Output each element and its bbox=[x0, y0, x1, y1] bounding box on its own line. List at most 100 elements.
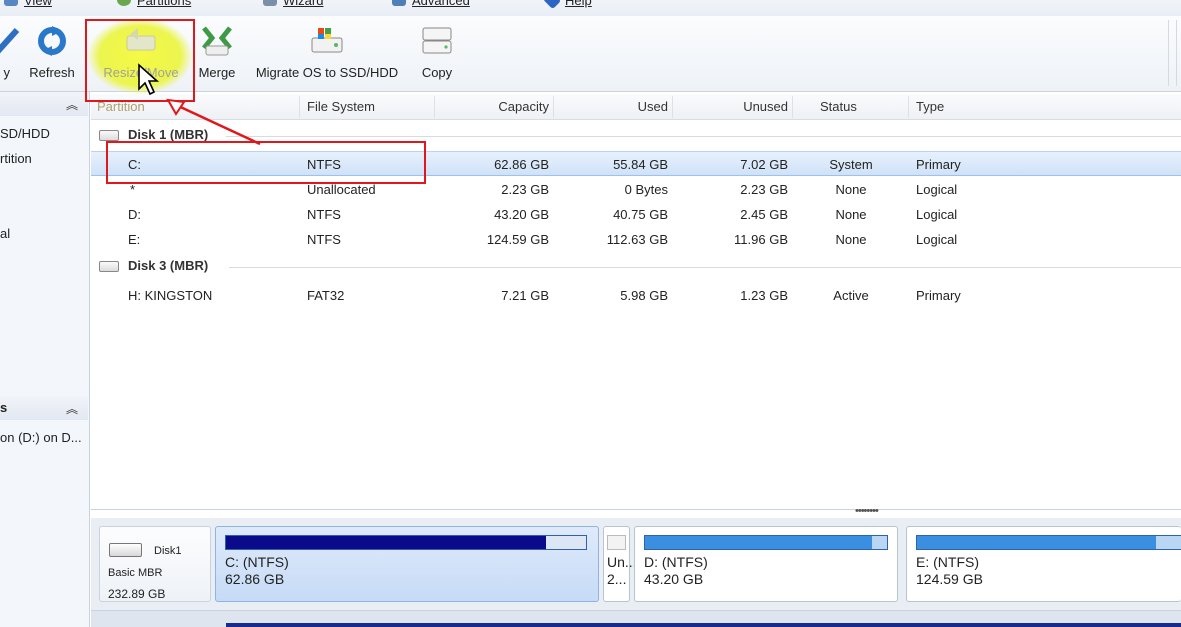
cell-capacity: 62.86 GB bbox=[494, 157, 549, 172]
partition-size: 43.20 GB bbox=[644, 571, 704, 587]
disk-icon bbox=[99, 261, 119, 272]
column-divider bbox=[908, 96, 909, 118]
merge-icon bbox=[202, 26, 232, 56]
menu-advanced[interactable]: Advanced bbox=[392, 0, 470, 16]
column-divider bbox=[434, 96, 435, 118]
pending-operation-item[interactable]: on (D:) on D... bbox=[0, 430, 82, 445]
left-panel-header-pending[interactable]: s ︽ bbox=[0, 396, 88, 420]
partition-size: 2... bbox=[607, 571, 627, 587]
advanced-icon bbox=[392, 0, 406, 6]
chevron-down-icon[interactable]: ▼ bbox=[362, 0, 372, 3]
panel-splitter-handle[interactable]: •••••••• bbox=[855, 505, 879, 517]
chevron-down-icon[interactable]: ▼ bbox=[626, 0, 636, 3]
column-divider bbox=[792, 96, 793, 118]
cell-status: None bbox=[835, 232, 867, 247]
usage-fill bbox=[226, 536, 547, 549]
cell-partition: H: KINGSTON bbox=[128, 288, 213, 303]
cell-partition: D: bbox=[128, 207, 141, 222]
partition-block-c[interactable]: C: (NTFS) 62.86 GB bbox=[215, 526, 599, 602]
cell-type: Primary bbox=[916, 157, 961, 172]
usage-bar bbox=[225, 535, 587, 550]
table-row[interactable]: D: NTFS 43.20 GB 40.75 GB 2.45 GB None L… bbox=[91, 202, 1181, 227]
usage-bar bbox=[226, 623, 1181, 627]
help-icon bbox=[542, 0, 562, 10]
menu-help[interactable]: Help bbox=[542, 0, 592, 16]
apply-icon bbox=[0, 27, 20, 54]
cell-unused: 2.45 GB bbox=[740, 207, 788, 222]
col-unused[interactable]: Unused bbox=[681, 99, 788, 114]
merge-button[interactable]: Merge bbox=[193, 16, 241, 92]
cell-capacity: 124.59 GB bbox=[486, 232, 549, 247]
disk-icon bbox=[99, 130, 119, 141]
col-used[interactable]: Used bbox=[561, 99, 668, 114]
menu-wizard[interactable]: Wizard bbox=[263, 0, 323, 16]
usage-fill bbox=[645, 536, 873, 549]
collapse-icon[interactable]: ︽ bbox=[66, 400, 78, 417]
partition-block-unallocated[interactable]: Un... 2... bbox=[603, 526, 637, 602]
partition-name: Un... bbox=[607, 554, 637, 570]
column-divider bbox=[553, 96, 554, 118]
usage-bar bbox=[916, 535, 1181, 550]
cell-file-system: FAT32 bbox=[307, 288, 345, 303]
apply-button[interactable]: y bbox=[0, 16, 20, 92]
migrate-os-button[interactable]: Migrate OS to SSD/HDD bbox=[250, 16, 404, 92]
divider bbox=[226, 136, 1181, 137]
menu-partitions[interactable]: Partitions bbox=[117, 0, 191, 16]
cell-used: 5.98 GB bbox=[620, 288, 668, 303]
left-panel-item[interactable]: rtition bbox=[0, 151, 32, 166]
view-icon bbox=[4, 0, 18, 6]
cell-status: System bbox=[829, 157, 873, 172]
partition-name: D: (NTFS) bbox=[644, 554, 708, 570]
left-panel-item[interactable]: al bbox=[0, 226, 10, 241]
cell-partition: * bbox=[130, 182, 136, 197]
chevron-down-icon[interactable]: ▼ bbox=[82, 0, 92, 3]
partition-block-d[interactable]: D: (NTFS) 43.20 GB bbox=[634, 526, 898, 602]
mouse-cursor-icon bbox=[138, 63, 160, 96]
left-panel-item[interactable]: SD/HDD bbox=[0, 126, 50, 141]
cell-status: None bbox=[835, 207, 867, 222]
menu-bar: View ▼ Partitions ▼ Wizard ▼ Advanced ▼ … bbox=[0, 0, 1181, 16]
cell-used: 40.75 GB bbox=[613, 207, 668, 222]
cell-capacity: 2.23 GB bbox=[501, 182, 549, 197]
migrate-os-icon bbox=[311, 28, 343, 53]
menu-view[interactable]: View bbox=[4, 0, 52, 16]
table-row[interactable]: H: KINGSTON FAT32 7.21 GB 5.98 GB 1.23 G… bbox=[91, 283, 1181, 308]
partition-size: 124.59 GB bbox=[916, 571, 983, 587]
partition-name: C: (NTFS) bbox=[225, 554, 289, 570]
usage-fill bbox=[917, 536, 1156, 549]
table-row[interactable]: E: NTFS 124.59 GB 112.63 GB 11.96 GB Non… bbox=[91, 227, 1181, 252]
toolbar-separator bbox=[1168, 20, 1169, 86]
chevron-down-icon[interactable]: ▼ bbox=[233, 0, 243, 3]
cell-type: Logical bbox=[916, 207, 958, 222]
cell-status: Active bbox=[833, 288, 869, 303]
copy-button[interactable]: Copy bbox=[413, 16, 461, 92]
cell-file-system: NTFS bbox=[307, 232, 341, 247]
disk-info-card[interactable]: Disk1 Basic MBR 232.89 GB bbox=[99, 526, 211, 602]
refresh-button[interactable]: Refresh bbox=[22, 16, 82, 92]
copy-disk-icon bbox=[422, 27, 452, 54]
left-panel-header-operations[interactable]: ︽ bbox=[0, 92, 88, 116]
cell-status: None bbox=[835, 182, 867, 197]
col-status[interactable]: Status bbox=[820, 99, 857, 114]
cell-used: 0 Bytes bbox=[624, 182, 668, 197]
collapse-icon[interactable]: ︽ bbox=[66, 96, 78, 113]
annotation-arrow bbox=[166, 98, 261, 146]
col-file-system[interactable]: File System bbox=[307, 99, 375, 114]
disk-map-second-disk[interactable] bbox=[91, 610, 1181, 627]
divider bbox=[229, 267, 1181, 268]
disk-group-header[interactable]: Disk 3 (MBR) bbox=[91, 254, 1181, 278]
column-divider bbox=[672, 96, 673, 118]
usage-bar bbox=[607, 535, 626, 550]
cell-file-system: NTFS bbox=[307, 207, 341, 222]
usage-bar bbox=[644, 535, 888, 550]
left-panel: ︽ SD/HDD rtition al s ︽ on (D:) on D... bbox=[0, 92, 90, 627]
chevron-down-icon[interactable]: ▼ bbox=[513, 0, 523, 3]
disk-name: Disk1 bbox=[154, 545, 182, 557]
cell-unused: 11.96 GB bbox=[734, 232, 788, 247]
partition-block-e[interactable]: E: (NTFS) 124.59 GB bbox=[906, 526, 1181, 602]
col-capacity[interactable]: Capacity bbox=[436, 99, 549, 114]
cell-unused: 1.23 GB bbox=[740, 288, 788, 303]
cell-type: Logical bbox=[916, 232, 958, 247]
cell-unused: 7.02 GB bbox=[740, 157, 788, 172]
col-type[interactable]: Type bbox=[916, 99, 944, 114]
